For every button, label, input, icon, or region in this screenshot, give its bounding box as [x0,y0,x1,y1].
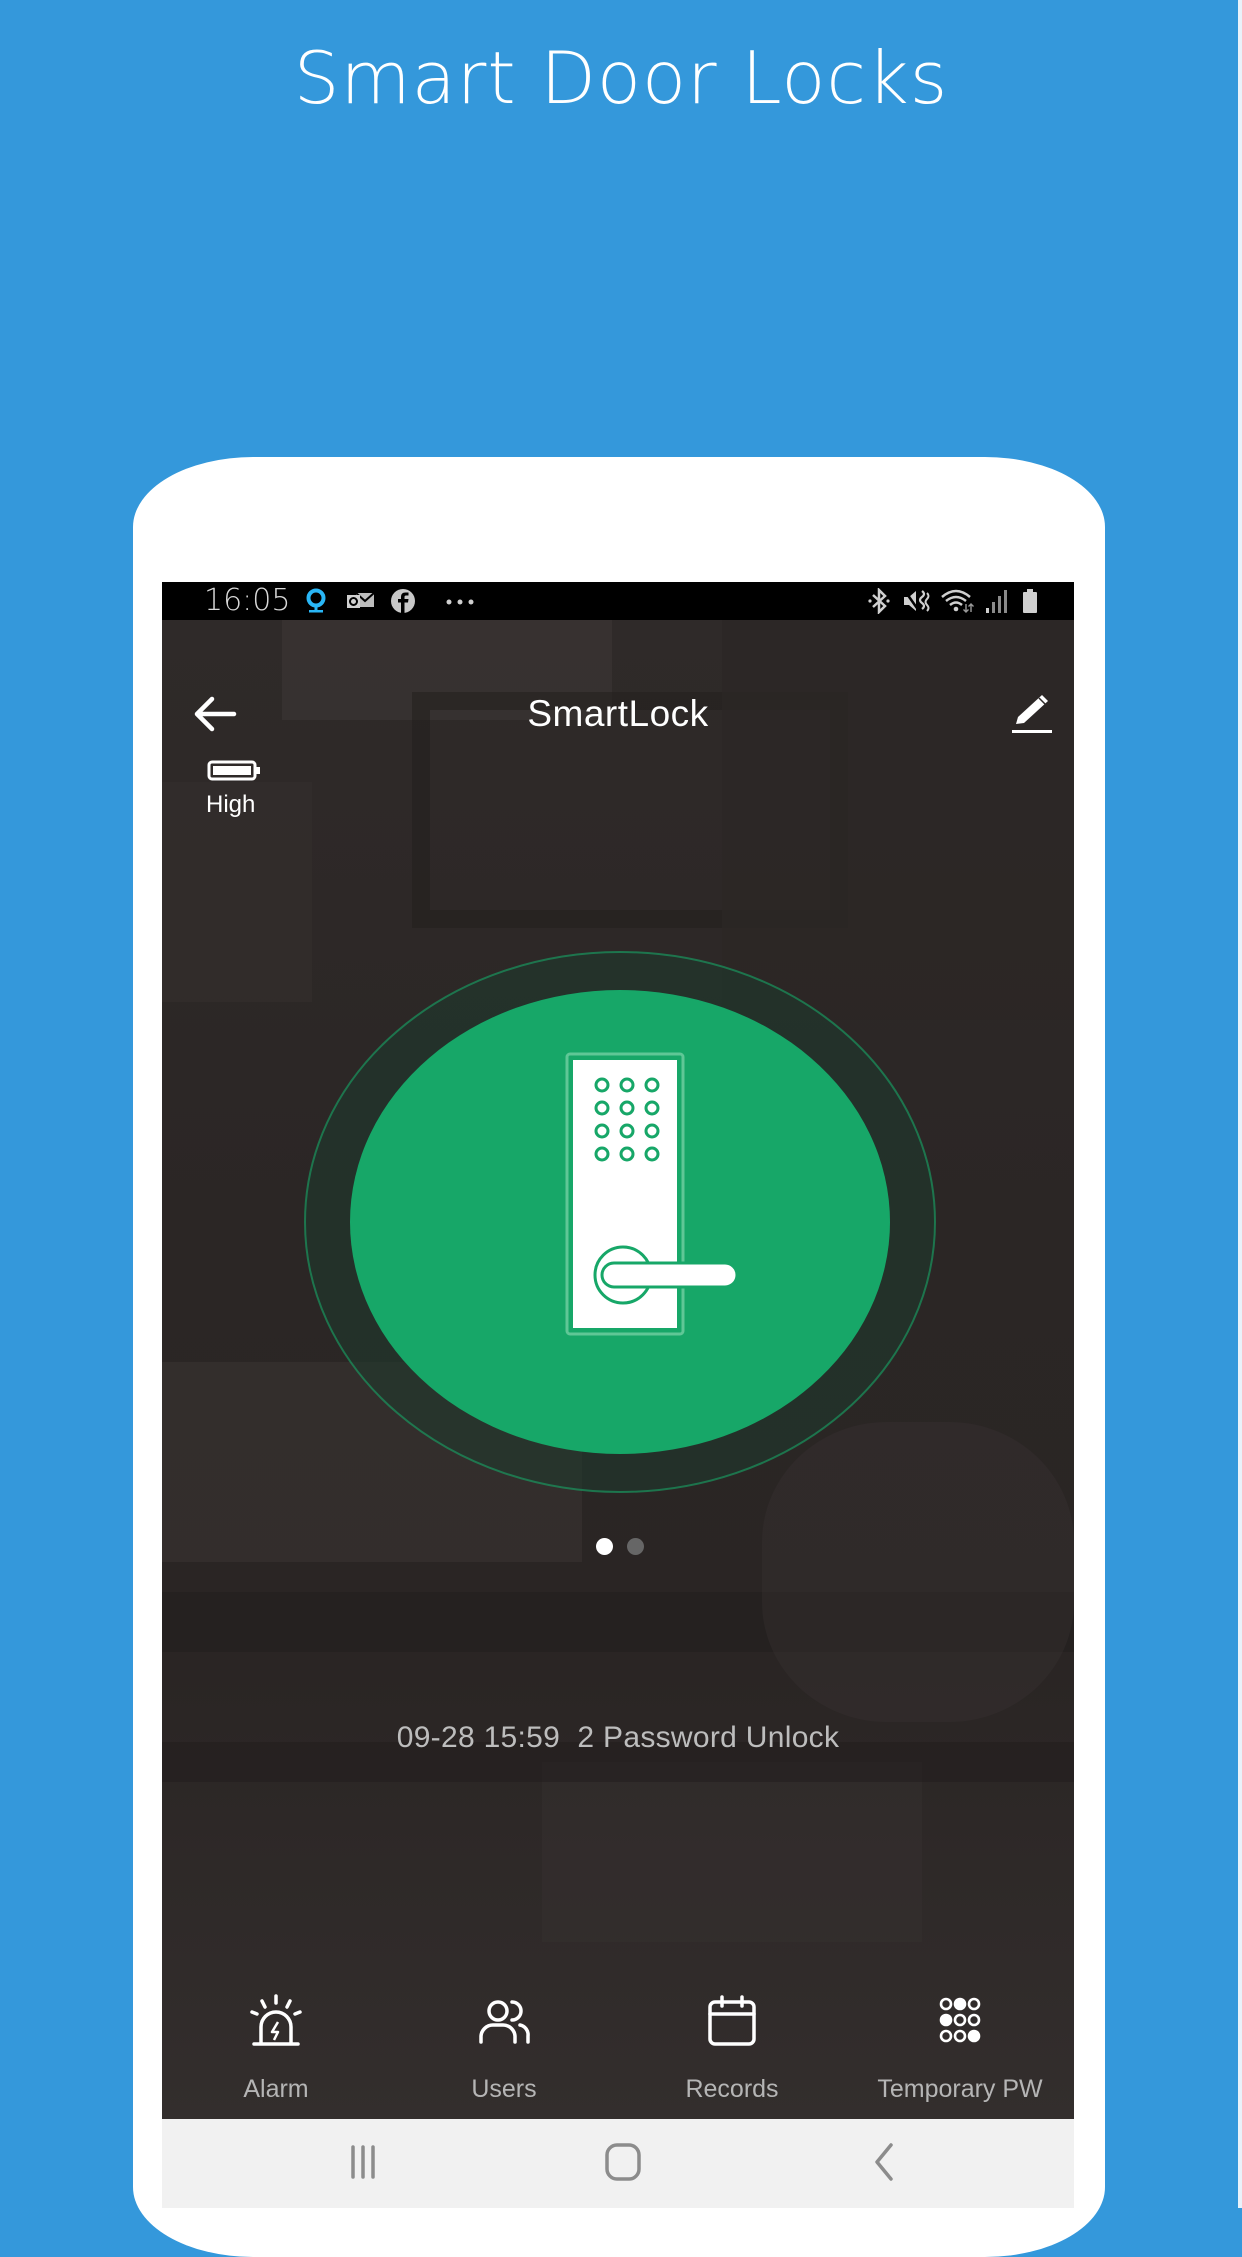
edit-button[interactable] [1008,690,1056,736]
menu-label-records: Records [685,2075,779,2103]
alarm-siren-icon [250,1994,302,2046]
menu-item-users[interactable]: Users [390,1992,618,2132]
menu-item-temporary-pw[interactable]: Temporary PW [846,1992,1074,2132]
users-icon [479,2000,530,2044]
phone-screen: 16:05 SmartLock High 09-28 15:59 2 Passw… [162,582,1074,2208]
status-bar: 16:05 [162,582,1074,620]
pencil-icon [1012,695,1052,733]
smartlock-app: SmartLock High 09-28 15:59 2 Password Un… [162,620,1074,2120]
alexa-icon [306,588,326,613]
bottom-menu: Alarm Users Records Temporary PW [162,1992,1074,2132]
unlock-button[interactable] [302,950,938,1495]
facebook-icon [391,589,415,613]
bluetooth-icon [868,588,890,614]
page-indicator [162,1538,1074,1558]
recents-button[interactable] [333,2139,393,2185]
battery-level-label: High [206,791,256,818]
status-time: 16:05 [204,583,291,618]
back-chevron-icon [875,2143,893,2181]
vibrate-icon [903,590,930,612]
signal-icon [986,590,1007,613]
recents-icon [351,2145,375,2179]
more-notifications-icon [446,599,474,605]
battery-icon [1023,589,1037,613]
menu-label-temporary-pw: Temporary PW [877,2075,1043,2103]
menu-label-users: Users [471,2075,537,2103]
last-unlock-record: 09-28 15:59 2 Password Unlock [396,1721,840,1754]
keypad-door-lock-icon [304,951,936,1493]
menu-label-alarm: Alarm [243,2075,309,2103]
keypad-icon [939,1997,981,2043]
menu-item-alarm[interactable]: Alarm [162,1992,390,2132]
home-icon [605,2143,641,2181]
home-button[interactable] [593,2139,653,2185]
wifi-icon [941,589,974,613]
edge-strip [1238,0,1242,2208]
outlook-icon [347,592,375,608]
lock-battery-status: High [206,760,276,830]
page-title: SmartLock [527,693,709,734]
page-dot-1[interactable] [596,1538,613,1555]
menu-item-records[interactable]: Records [618,1992,846,2132]
battery-full-icon [207,760,260,781]
page-dot-2[interactable] [627,1538,644,1555]
promo-title: Smart Door Locks [293,36,949,120]
system-nav-bar [162,2119,1074,2208]
calendar-icon [708,1995,756,2046]
system-back-button[interactable] [853,2139,913,2185]
